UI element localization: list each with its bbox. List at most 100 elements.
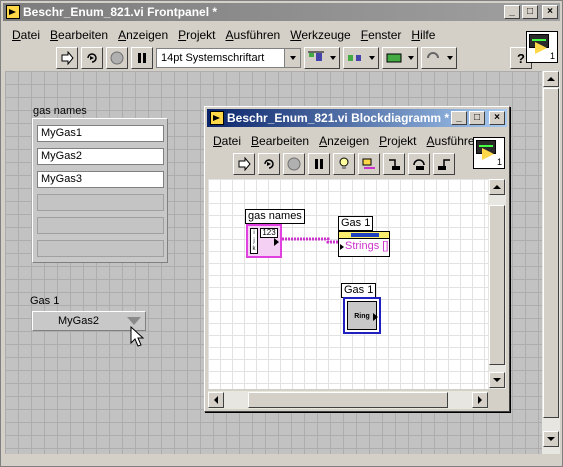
array-terminal-label[interactable]: gas names <box>245 209 305 224</box>
abort-stop-icon <box>110 51 124 65</box>
reorder-button[interactable] <box>421 47 457 69</box>
font-selector-dropdown-icon[interactable] <box>284 49 300 67</box>
scroll-down-button[interactable] <box>489 372 505 388</box>
block-diagram-toolbar <box>233 153 455 175</box>
string-array-wire[interactable] <box>282 234 346 246</box>
close-button[interactable]: × <box>542 5 558 19</box>
block-diagram-horizontal-scrollbar[interactable] <box>208 391 488 409</box>
front-panel-toolbar: 14pt Systemschriftart ? <box>56 47 532 69</box>
property-write-arrow-icon <box>340 244 344 250</box>
front-panel-vi-icon[interactable]: 1 <box>526 31 558 63</box>
array-element-empty[interactable] <box>37 194 164 211</box>
maximize-button[interactable]: □ <box>522 5 538 19</box>
minimize-button[interactable]: _ <box>504 5 520 19</box>
lightbulb-icon <box>339 157 349 169</box>
abort-button[interactable] <box>283 153 305 175</box>
step-into-icon <box>389 159 400 170</box>
run-button[interactable] <box>56 47 78 69</box>
block-diagram-titlebar[interactable]: Beschr_Enum_821.vi Blockdiagramm * _ □ × <box>207 109 507 127</box>
pause-button[interactable] <box>131 47 153 69</box>
array-element[interactable]: MyGas2 <box>37 148 164 165</box>
front-panel-vertical-scrollbar[interactable] <box>542 71 560 454</box>
menu-projekt[interactable]: Projekt <box>173 28 220 42</box>
array-element-empty[interactable] <box>37 240 164 257</box>
block-diagram-vertical-scrollbar[interactable] <box>488 179 506 389</box>
resize-objects-icon <box>386 53 402 63</box>
array-element[interactable]: MyGas1 <box>37 125 164 142</box>
gas-ring-control[interactable]: MyGas2 <box>32 311 146 331</box>
horizontal-scroll-thumb[interactable] <box>248 392 448 408</box>
ring-terminal-label[interactable]: Gas 1 <box>341 283 377 298</box>
run-arrow-icon <box>61 51 74 65</box>
menu-hilfe[interactable]: Hilfe <box>406 28 440 42</box>
run-continuously-button[interactable] <box>258 153 280 175</box>
distribute-objects-button[interactable] <box>343 47 379 69</box>
highlight-execution-button[interactable] <box>333 153 355 175</box>
scroll-right-button[interactable] <box>472 392 488 408</box>
run-button[interactable] <box>233 153 255 175</box>
array-label: gas names <box>33 105 87 117</box>
property-node-property: Strings [] <box>345 240 389 252</box>
menu-werkzeuge[interactable]: Werkzeuge <box>285 28 355 42</box>
menu-anzeigen[interactable]: Anzeigen <box>113 28 173 42</box>
font-selector-value: 14pt Systemschriftart <box>161 52 265 64</box>
abort-button[interactable] <box>106 47 128 69</box>
retain-wire-values-button[interactable] <box>358 153 380 175</box>
step-into-button[interactable] <box>383 153 405 175</box>
run-continuously-button[interactable] <box>81 47 103 69</box>
align-objects-icon <box>308 51 324 61</box>
context-help-label: ? <box>517 50 525 66</box>
property-node-label[interactable]: Gas 1 <box>338 216 374 231</box>
front-panel-menubar: Datei Bearbeiten Anzeigen Projekt Ausfüh… <box>7 26 440 44</box>
step-out-icon <box>438 159 450 170</box>
pause-button[interactable] <box>308 153 330 175</box>
vertical-scroll-thumb[interactable] <box>489 205 505 365</box>
pause-icon <box>315 159 323 169</box>
minimize-button[interactable]: _ <box>451 111 467 125</box>
menu-anzeigen[interactable]: Anzeigen <box>314 134 374 148</box>
step-over-button[interactable] <box>408 153 430 175</box>
step-over-icon <box>413 159 425 170</box>
distribute-objects-icon <box>348 55 361 61</box>
font-selector[interactable]: 14pt Systemschriftart <box>156 48 301 68</box>
pause-icon <box>138 53 146 63</box>
ring-label: Gas 1 <box>30 295 60 307</box>
scroll-left-button[interactable] <box>208 392 224 408</box>
array-terminal-type: 123 <box>260 228 278 238</box>
labview-app-icon <box>6 5 20 19</box>
menu-fenster[interactable]: Fenster <box>356 28 407 42</box>
vertical-scroll-thumb[interactable] <box>543 88 559 418</box>
menu-ausfuehren[interactable]: Ausführen <box>221 28 286 42</box>
block-diagram-vi-icon[interactable]: 1 <box>473 137 505 169</box>
scroll-up-button[interactable] <box>489 179 505 195</box>
reorder-icon <box>427 52 439 59</box>
resize-objects-button[interactable] <box>382 47 418 69</box>
menu-projekt[interactable]: Projekt <box>374 134 421 148</box>
front-panel-title: Beschr_Enum_821.vi Frontpanel * <box>23 5 218 19</box>
menu-datei[interactable]: Datei <box>208 134 246 148</box>
menu-bearbeiten[interactable]: Bearbeiten <box>246 134 314 148</box>
array-element[interactable]: MyGas3 <box>37 171 164 188</box>
gas-ring-terminal[interactable]: Ring <box>343 297 381 334</box>
block-diagram-canvas[interactable]: gas names ijk 123 Gas 1 Strings [] Gas 1… <box>208 179 488 389</box>
scroll-up-button[interactable] <box>543 71 559 87</box>
block-diagram-menubar: Datei Bearbeiten Anzeigen Projekt Ausfüh… <box>208 132 486 150</box>
ring-value: MyGas2 <box>58 315 99 327</box>
mouse-cursor-icon <box>130 326 145 347</box>
array-element-empty[interactable] <box>37 217 164 234</box>
close-button[interactable]: × <box>489 111 505 125</box>
front-panel-titlebar[interactable]: Beschr_Enum_821.vi Frontpanel * _ □ × <box>3 3 560 21</box>
block-diagram-title: Beschr_Enum_821.vi Blockdiagramm * <box>227 111 450 125</box>
labview-app-icon <box>210 111 224 125</box>
gas-names-array-terminal[interactable]: ijk 123 <box>246 224 282 258</box>
step-out-button[interactable] <box>433 153 455 175</box>
align-objects-button[interactable] <box>304 47 340 69</box>
menu-datei[interactable]: Datei <box>7 28 45 42</box>
gas-ring-property-node[interactable]: Strings [] <box>338 231 390 257</box>
run-continuously-icon <box>264 159 274 169</box>
scroll-down-button[interactable] <box>543 431 559 447</box>
ring-dropdown-icon[interactable] <box>127 317 141 325</box>
maximize-button[interactable]: □ <box>469 111 485 125</box>
run-continuously-icon <box>87 53 97 63</box>
menu-bearbeiten[interactable]: Bearbeiten <box>45 28 113 42</box>
